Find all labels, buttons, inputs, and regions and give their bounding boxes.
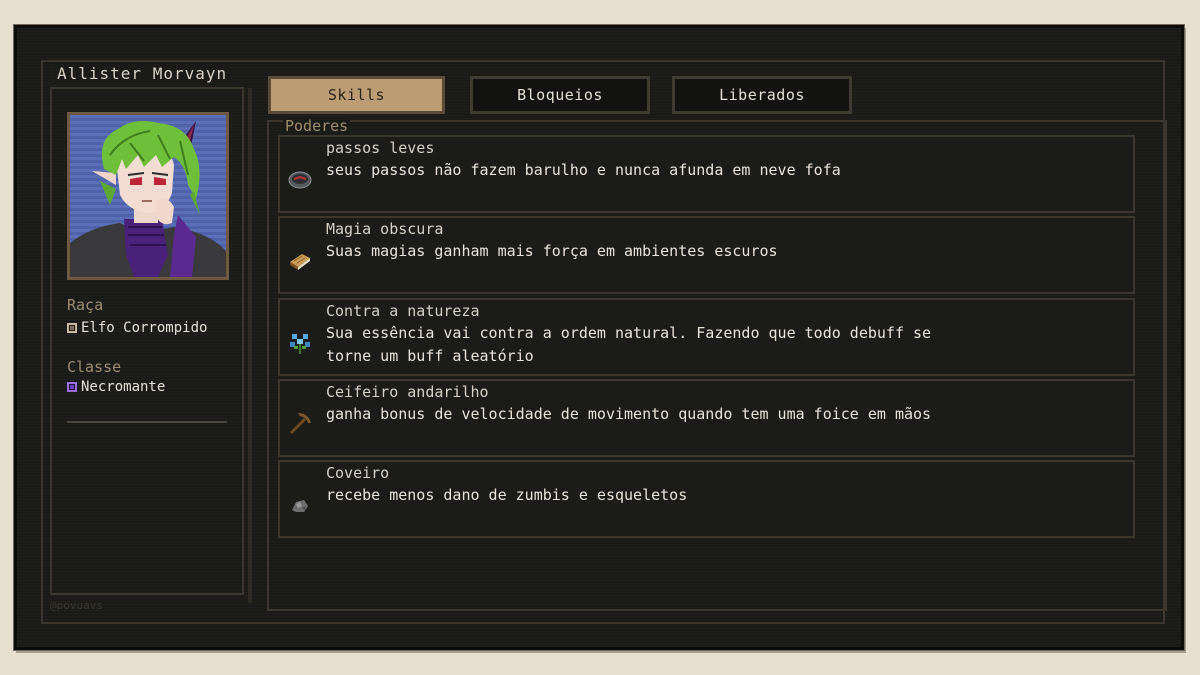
skill-name: Contra a natureza	[326, 302, 480, 320]
tab-liberados[interactable]: Liberados	[672, 76, 852, 114]
race-value: Elfo Corrompido	[67, 320, 207, 336]
tab-skills[interactable]: Skills	[268, 76, 445, 114]
pickaxe-icon	[288, 411, 312, 435]
character-name: Allister Morvayn	[55, 64, 230, 83]
skill-description: recebe menos dano de zumbis e esqueletos	[326, 486, 688, 504]
info-divider	[67, 421, 227, 423]
page-frame: Allister Morvayn Raça Elfo Corrompido Cl…	[0, 0, 1200, 675]
skill-name: Ceifeiro andarilho	[326, 383, 489, 401]
race-value-text: Elfo Corrompido	[81, 320, 208, 336]
skill-row[interactable]: Contra a natureza Sua essência vai contr…	[278, 298, 1135, 376]
skill-name: Magia obscura	[326, 220, 444, 238]
skill-row[interactable]: Magia obscura Suas magias ganham mais fo…	[278, 216, 1135, 294]
character-portrait	[67, 112, 229, 280]
skill-name: passos leves	[326, 139, 435, 157]
skill-name: Coveiro	[326, 464, 390, 482]
tab-bloqueios[interactable]: Bloqueios	[470, 76, 650, 114]
skill-description: ganha bonus de velocidade de movimento q…	[326, 405, 932, 423]
skill-row[interactable]: Ceifeiro andarilho ganha bonus de veloci…	[278, 379, 1135, 457]
watermark: @povuavs	[50, 599, 103, 612]
race-label: Raça	[67, 296, 104, 314]
blue-flower-icon	[288, 330, 312, 354]
skill-description: seus passos não fazem barulho e nunca af…	[326, 161, 841, 179]
race-icon	[67, 323, 77, 333]
skill-description: Sua essência vai contra a ordem natural.…	[326, 324, 932, 365]
skill-row[interactable]: passos leves seus passos não fazem barul…	[278, 135, 1135, 213]
class-value: Necromante	[67, 379, 165, 395]
section-title: Poderes	[283, 117, 351, 135]
left-panel-scrollbar[interactable]	[248, 88, 252, 603]
compass-icon	[288, 167, 312, 191]
gravel-icon	[288, 492, 312, 516]
class-icon	[67, 382, 77, 392]
skill-row[interactable]: Coveiro recebe menos dano de zumbis e es…	[278, 460, 1135, 538]
character-window: Allister Morvayn Raça Elfo Corrompido Cl…	[14, 25, 1184, 650]
class-value-text: Necromante	[81, 379, 166, 395]
book-icon	[288, 248, 312, 272]
skill-description: Suas magias ganham mais força em ambient…	[326, 242, 778, 260]
class-label: Classe	[67, 358, 122, 376]
